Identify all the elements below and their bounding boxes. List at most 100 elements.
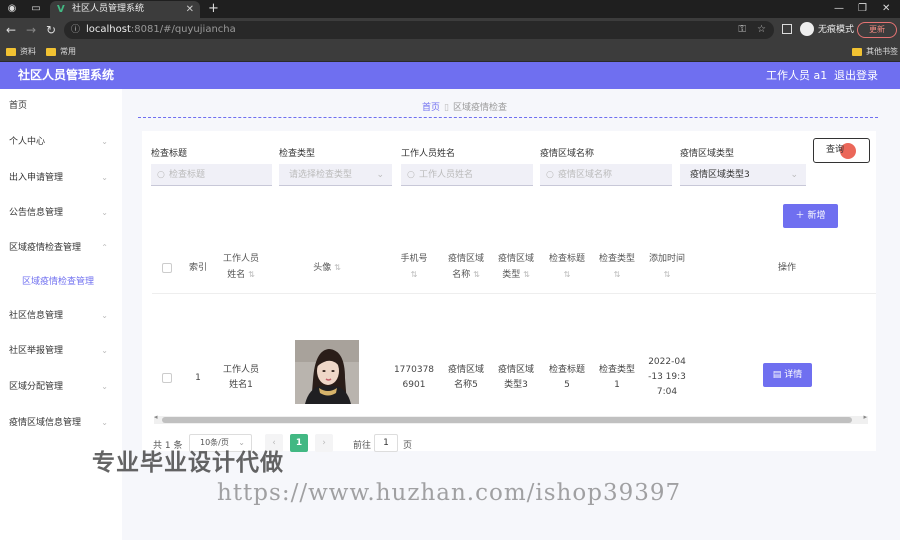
side-panel-icon[interactable] <box>782 24 792 34</box>
new-tab-icon[interactable]: + <box>208 1 219 17</box>
cell-line: 姓名1 <box>229 380 253 390</box>
sidebar-item-area-assignment[interactable]: 区域分配管理 ⌄ <box>0 370 122 404</box>
area-type-select[interactable]: 疫情区域类型3 ⌄ <box>680 164 806 186</box>
row-checkbox[interactable] <box>162 373 172 383</box>
header-label: 索引 <box>188 263 207 273</box>
reload-icon[interactable]: ↻ <box>46 23 56 37</box>
column-header-worker[interactable]: 工作人员 姓名 ⇅ <box>214 251 268 283</box>
address-bar[interactable]: ⓘ localhost:8081/#/quyujiancha ⚿ ☆ <box>64 21 774 39</box>
check-type-select[interactable]: 请选择检查类型 ⌄ <box>279 164 392 186</box>
update-button[interactable]: 更新 <box>857 22 897 38</box>
column-header-added-time[interactable]: 添加时间 ⇅ <box>645 251 689 283</box>
avatar <box>295 340 359 404</box>
other-bookmarks[interactable]: 其他书签 <box>852 42 898 62</box>
header-label: 工作人员 <box>222 254 259 264</box>
sort-icon[interactable]: ⇅ <box>523 270 530 279</box>
chevron-down-icon: ⌄ <box>101 418 108 427</box>
browser-navbar: ← → ↻ ⓘ localhost:8081/#/quyujiancha ⚿ ☆ <box>0 18 900 42</box>
query-button[interactable]: 查询 <box>813 138 870 163</box>
cell-line: 6901 <box>402 380 426 390</box>
column-header-phone[interactable]: 手机号 ⇅ <box>393 251 435 283</box>
sidebar-item-label: 首页 <box>9 101 28 111</box>
column-header-check-type[interactable]: 检查类型 ⇅ <box>595 251 639 283</box>
browser-tab[interactable]: V 社区人员管理系统 ✕ <box>50 1 200 18</box>
filter-label-worker: 工作人员姓名 <box>401 149 456 159</box>
cell-area-name: 疫情区域 名称5 <box>445 363 487 393</box>
table-header-divider <box>152 293 876 294</box>
site-info-icon[interactable]: ⓘ <box>71 21 80 39</box>
area-name-input[interactable]: ○ 疫情区域名称 <box>540 164 672 186</box>
sidebar-item-community-reports[interactable]: 社区举报管理 ⌄ <box>0 334 122 368</box>
sidebar-item-community-info[interactable]: 社区信息管理 ⌄ <box>0 299 122 333</box>
goto-page-input[interactable]: 1 <box>374 434 398 452</box>
cell-area-type: 疫情区域 类型3 <box>495 363 537 393</box>
sidebar-subitem-area-epidemic-check[interactable]: 区域疫情检查管理 <box>0 265 122 299</box>
url-path: :8081/#/quyujiancha <box>130 24 236 35</box>
column-header-check-title[interactable]: 检查标题 ⇅ <box>545 251 589 283</box>
add-button[interactable]: ＋ 新增 <box>783 204 838 228</box>
worker-name-input[interactable]: ○ 工作人员姓名 <box>401 164 533 186</box>
sidebar-item-entry-applications[interactable]: 出入申请管理 ⌄ <box>0 161 122 195</box>
forward-icon[interactable]: → <box>26 23 36 37</box>
browser-tab-bar: ◉ ▭ V 社区人员管理系统 ✕ + — ❐ ✕ <box>0 0 900 18</box>
chevron-down-icon: ⌄ <box>790 170 798 180</box>
detail-button[interactable]: ▤ 详情 <box>763 363 812 387</box>
header-label: 名称 <box>452 270 471 280</box>
minimize-icon[interactable]: — <box>834 2 844 16</box>
bookmark-folder[interactable]: 资料 <box>6 42 36 62</box>
page-number-current[interactable]: 1 <box>290 434 308 452</box>
horizontal-scrollbar[interactable]: ◂ ▸ <box>154 413 868 424</box>
page-unit-label: 页 <box>403 441 413 451</box>
sidebar-item-label: 个人中心 <box>9 137 46 147</box>
title-search-input[interactable]: ○ 检查标题 <box>151 164 272 186</box>
cell-line: 1 <box>614 380 620 390</box>
sort-icon[interactable]: ⇅ <box>334 263 341 272</box>
column-header-area-name[interactable]: 疫情区域 名称 ⇅ <box>445 251 487 283</box>
goto-label: 前往 <box>353 441 372 451</box>
filter-label-area-name: 疫情区域名称 <box>540 149 595 159</box>
sidebar-item-personal-center[interactable]: 个人中心 ⌄ <box>0 125 122 159</box>
key-icon[interactable]: ⚿ <box>738 21 746 39</box>
chevron-down-icon: ⌄ <box>101 382 108 391</box>
sidebar-item-area-epidemic-check[interactable]: 区域疫情检查管理 ⌃ <box>0 231 122 265</box>
next-page-button[interactable]: › <box>315 434 333 452</box>
scroll-left-icon[interactable]: ◂ <box>154 413 158 421</box>
input-placeholder: 检查标题 <box>169 170 206 180</box>
cell-line: 疫情区域 <box>447 365 484 375</box>
sidebar-item-home[interactable]: 首页 <box>0 89 122 123</box>
profile-avatar-icon[interactable] <box>800 22 814 36</box>
bookmark-star-icon[interactable]: ☆ <box>757 21 766 39</box>
logout-link[interactable]: 退出登录 <box>834 62 878 89</box>
sort-icon[interactable]: ⇅ <box>645 267 689 283</box>
browser-menu-icon[interactable]: ◉ <box>6 3 18 15</box>
bookmark-folder[interactable]: 常用 <box>46 42 76 62</box>
select-all-checkbox[interactable] <box>162 263 172 273</box>
cell-line: 1770378 <box>393 365 435 375</box>
add-button-label: 新增 <box>807 211 826 221</box>
sidebar-item-epidemic-area-info[interactable]: 疫情区域信息管理 ⌄ <box>0 406 122 440</box>
tab-list-icon[interactable]: ▭ <box>30 3 42 15</box>
column-header-avatar[interactable]: 头像 ⇅ <box>300 260 354 276</box>
sort-icon[interactable]: ⇅ <box>248 270 255 279</box>
breadcrumb-home[interactable]: 首页 <box>422 103 440 113</box>
restore-icon[interactable]: ❐ <box>858 2 867 16</box>
tab-close-icon[interactable]: ✕ <box>186 1 194 18</box>
url-host: localhost <box>86 24 131 35</box>
sidebar-item-announcements[interactable]: 公告信息管理 ⌄ <box>0 196 122 230</box>
scroll-right-icon[interactable]: ▸ <box>863 413 867 421</box>
document-icon: ▤ <box>772 370 782 380</box>
sort-icon[interactable]: ⇅ <box>473 270 480 279</box>
window-close-icon[interactable]: ✕ <box>882 2 890 16</box>
back-icon[interactable]: ← <box>6 23 16 37</box>
sort-icon[interactable]: ⇅ <box>393 267 435 283</box>
column-header-area-type[interactable]: 疫情区域 类型 ⇅ <box>495 251 537 283</box>
sort-icon[interactable]: ⇅ <box>595 267 639 283</box>
column-header-index: 索引 <box>187 260 209 276</box>
search-icon: ○ <box>157 170 165 180</box>
chevron-down-icon: ⌄ <box>101 208 108 217</box>
header-label: 操作 <box>777 263 796 273</box>
chevron-down-icon: ⌄ <box>376 170 384 180</box>
breadcrumb-current: 区域疫情检查 <box>452 103 507 113</box>
scrollbar-thumb[interactable] <box>162 417 852 423</box>
sort-icon[interactable]: ⇅ <box>545 267 589 283</box>
